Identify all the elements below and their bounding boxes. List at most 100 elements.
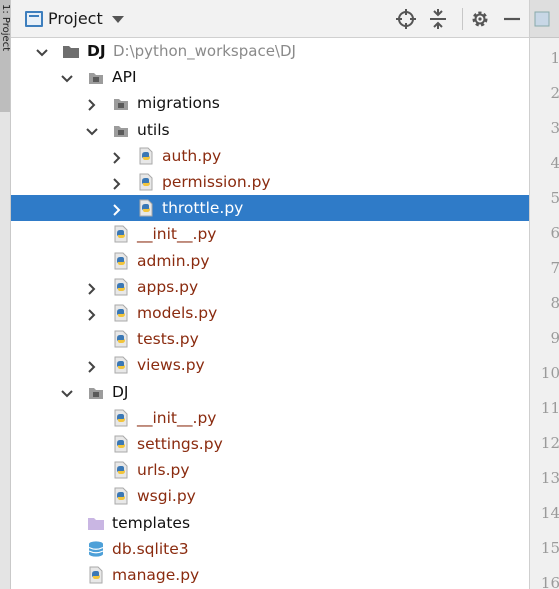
tree-folder-row[interactable]: templates [11, 510, 529, 536]
chevron-down-icon[interactable] [36, 45, 48, 57]
python-file-icon [137, 199, 155, 217]
tree-item-label: settings.py [137, 435, 223, 453]
line-number: 9 [530, 329, 559, 347]
python-file-icon [112, 435, 130, 453]
tool-window-strip: 1: Project [0, 0, 11, 589]
line-number: 13 [540, 469, 559, 487]
gear-icon[interactable] [469, 8, 491, 30]
tree-item-label: utils [137, 121, 170, 139]
tree-item-label: __init__.py [137, 409, 217, 427]
tree-item-label: wsgi.py [137, 487, 196, 505]
folder-icon [62, 42, 80, 60]
tree-item-label: __init__.py [137, 225, 217, 243]
chevron-right-icon[interactable] [86, 281, 98, 295]
python-file-icon [112, 225, 130, 243]
tree-file-row[interactable]: settings.py [11, 431, 529, 457]
folder-icon [112, 94, 130, 112]
line-number: 15 [540, 539, 559, 557]
tree-folder-row[interactable]: DJ D:\python_workspace\DJ [11, 38, 529, 64]
python-file-icon [137, 147, 155, 165]
chevron-right-icon[interactable] [86, 97, 98, 111]
tree-file-row[interactable]: throttle.py [11, 195, 529, 221]
tree-item-label: auth.py [162, 147, 222, 165]
tree-file-row[interactable]: db.sqlite3 [11, 536, 529, 562]
tree-file-row[interactable]: manage.py [11, 562, 529, 588]
python-file-icon [112, 304, 130, 322]
project-tool-tab-label: 1: Project [0, 4, 11, 52]
tree-item-label: permission.py [162, 173, 271, 191]
project-path: D:\python_workspace\DJ [113, 42, 296, 60]
chevron-down-icon[interactable] [61, 71, 73, 83]
tree-file-row[interactable]: admin.py [11, 248, 529, 274]
tree-file-row[interactable]: __init__.py [11, 405, 529, 431]
project-window-icon [25, 11, 43, 27]
line-number: 16 [540, 574, 559, 589]
tree-item-label: models.py [137, 304, 218, 322]
editor-tab-stub[interactable] [530, 0, 559, 38]
tree-item-label: urls.py [137, 461, 190, 479]
line-number: 7 [530, 259, 559, 277]
tree-item-label: DJ [112, 383, 129, 401]
project-tool-tab[interactable]: 1: Project [0, 0, 11, 112]
line-number: 2 [530, 84, 559, 102]
folder-icon [112, 121, 130, 139]
chevron-right-icon[interactable] [86, 359, 98, 373]
database-icon [87, 540, 105, 558]
line-number: 5 [530, 189, 559, 207]
line-number: 14 [540, 504, 559, 522]
tree-folder-row[interactable]: migrations [11, 90, 529, 116]
folder-icon [87, 383, 105, 401]
tree-folder-row[interactable]: API [11, 64, 529, 90]
project-panel-header: Project [11, 0, 529, 38]
tree-file-row[interactable]: __init__.py [11, 221, 529, 247]
tree-item-label: templates [112, 514, 191, 532]
tree-file-row[interactable]: views.py [11, 352, 529, 378]
tree-item-label: apps.py [137, 278, 199, 296]
line-number: 12 [540, 434, 559, 452]
python-file-icon [112, 487, 130, 505]
line-number: 11 [540, 399, 559, 417]
line-number: 1 [530, 49, 559, 67]
python-file-icon [112, 330, 130, 348]
tree-file-row[interactable]: models.py [11, 300, 529, 326]
chevron-right-icon[interactable] [111, 176, 123, 190]
python-file-icon [112, 252, 130, 270]
line-number: 10 [540, 364, 559, 382]
template-folder-icon [87, 514, 105, 532]
tree-folder-row[interactable]: DJ [11, 379, 529, 405]
tree-file-row[interactable]: auth.py [11, 143, 529, 169]
tree-folder-row[interactable]: utils [11, 117, 529, 143]
tree-item-label: admin.py [137, 252, 210, 270]
tree-file-row[interactable]: permission.py [11, 169, 529, 195]
python-file-icon [534, 11, 550, 27]
chevron-right-icon[interactable] [111, 150, 123, 164]
tree-item-label: API [112, 68, 137, 86]
chevron-down-icon[interactable] [112, 16, 124, 23]
python-file-icon [112, 278, 130, 296]
python-file-icon [112, 409, 130, 427]
tree-file-row[interactable]: wsgi.py [11, 483, 529, 509]
tree-item-label: DJ [87, 42, 106, 60]
tree-item-label: tests.py [137, 330, 199, 348]
tree-item-label: manage.py [112, 566, 200, 584]
collapse-all-icon[interactable] [427, 8, 449, 30]
tree-item-label: migrations [137, 94, 220, 112]
line-number: 8 [530, 294, 559, 312]
folder-icon [87, 68, 105, 86]
tree-file-row[interactable]: urls.py [11, 457, 529, 483]
line-number: 3 [530, 119, 559, 137]
locate-target-icon[interactable] [395, 8, 417, 30]
panel-title[interactable]: Project [48, 9, 103, 28]
chevron-down-icon[interactable] [86, 124, 98, 136]
header-separator [462, 8, 463, 30]
chevron-right-icon[interactable] [111, 202, 123, 216]
editor-line-gutter: 12345678910111213141516 [529, 0, 559, 589]
chevron-right-icon[interactable] [86, 307, 98, 321]
tree-file-row[interactable]: apps.py [11, 274, 529, 300]
chevron-down-icon[interactable] [61, 386, 73, 398]
python-file-icon [137, 173, 155, 191]
line-number: 6 [530, 224, 559, 242]
tree-item-label: throttle.py [162, 199, 244, 217]
minimize-icon[interactable] [501, 8, 523, 30]
tree-file-row[interactable]: tests.py [11, 326, 529, 352]
